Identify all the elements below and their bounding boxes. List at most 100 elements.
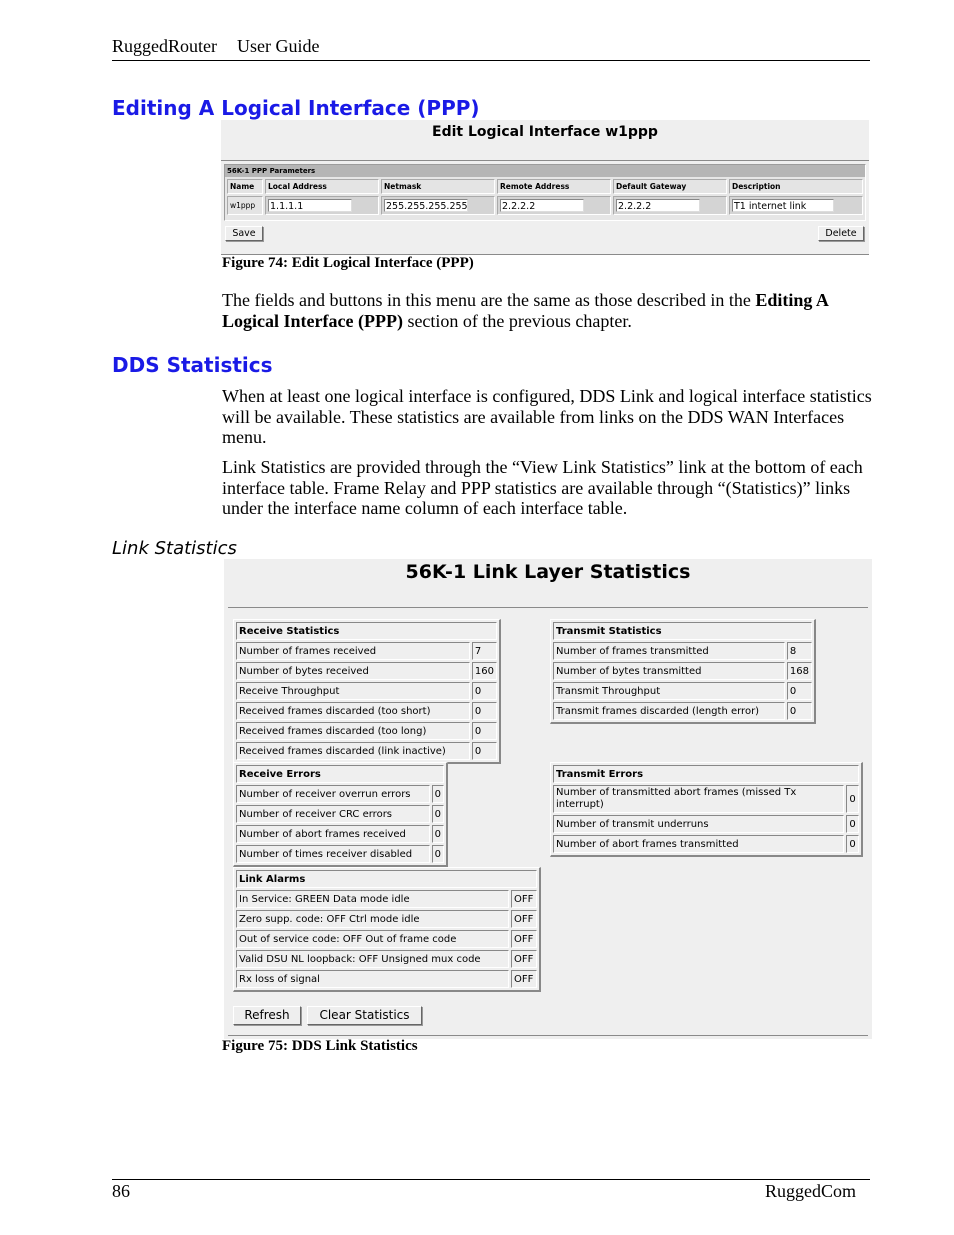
table-row: Number of frames transmitted 8 <box>553 642 812 660</box>
table-row: Number of transmit underruns 0 <box>553 815 859 833</box>
table-row: Number of bytes transmitted 168 <box>553 662 812 680</box>
alarm-value: OFF <box>511 970 537 988</box>
header-product: RuggedRouter <box>112 36 217 56</box>
netmask-input[interactable]: 255.255.255.255 <box>384 199 468 212</box>
table-row: Number of times receiver disabled 0 <box>236 845 444 863</box>
table-row: Zero supp. code: OFF Ctrl mode idle OFF <box>236 910 537 928</box>
table-row: Number of frames received 7 <box>236 642 497 660</box>
receive-errors-title: Receive Errors <box>236 765 444 783</box>
stat-value: 0 <box>471 722 497 740</box>
col-description: Description <box>729 179 863 194</box>
interface-name: w1ppp <box>227 196 263 215</box>
stat-label: Number of receiver overrun errors <box>236 785 430 803</box>
table-row: Number of abort frames transmitted 0 <box>553 835 859 853</box>
transmit-errors-title: Transmit Errors <box>553 765 859 783</box>
section-heading-ppp: Editing A Logical Interface (PPP) <box>112 96 480 120</box>
figure-75-caption: Figure 75: DDS Link Statistics <box>222 1038 418 1054</box>
table-row: Rx loss of signal OFF <box>236 970 537 988</box>
stat-value: 168 <box>786 662 812 680</box>
receive-statistics-title: Receive Statistics <box>236 622 497 640</box>
table-row: Number of receiver overrun errors 0 <box>236 785 444 803</box>
stat-value: 0 <box>471 742 497 760</box>
page-number: 86 <box>112 1181 130 1201</box>
link-stats-screenshot: 56K-1 Link Layer Statistics Receive Stat… <box>224 559 872 1039</box>
footer-company: RuggedCom <box>764 1181 856 1201</box>
ppp-parameters-table: 56K-1 PPP Parameters Name Local Address … <box>224 164 866 221</box>
alarm-value: OFF <box>511 950 537 968</box>
table-row: Transmit Throughput 0 <box>553 682 812 700</box>
receive-statistics-table: Receive Statistics Number of frames rece… <box>233 619 501 764</box>
stat-value: 8 <box>786 642 812 660</box>
table-row: Received frames discarded (too short) 0 <box>236 702 497 720</box>
link-stats-bottom-rule <box>228 1035 868 1036</box>
stat-label: Number of times receiver disabled <box>236 845 430 863</box>
ppp-paragraph-post: section of the previous chapter. <box>402 310 632 331</box>
stat-label: Number of bytes received <box>236 662 470 680</box>
stat-value: 0 <box>431 805 444 823</box>
alarm-label: Out of service code: OFF Out of frame co… <box>236 930 509 948</box>
table-row: Received frames discarded (link inactive… <box>236 742 497 760</box>
section-heading-dds: DDS Statistics <box>112 353 273 377</box>
col-default-gateway: Default Gateway <box>613 179 727 194</box>
ppp-screenshot: Edit Logical Interface w1ppp 56K-1 PPP P… <box>221 120 869 255</box>
link-stats-title: 56K-1 Link Layer Statistics <box>405 561 691 583</box>
transmit-statistics-title: Transmit Statistics <box>553 622 812 640</box>
alarm-value: OFF <box>511 890 537 908</box>
table-row: Received frames discarded (too long) 0 <box>236 722 497 740</box>
table-row: Out of service code: OFF Out of frame co… <box>236 930 537 948</box>
refresh-button[interactable]: Refresh <box>233 1006 301 1025</box>
alarm-value: OFF <box>511 930 537 948</box>
stat-value: 0 <box>846 835 859 853</box>
dds-paragraph-1: When at least one logical interface is c… <box>222 386 872 447</box>
stat-value: 0 <box>431 845 444 863</box>
link-statistics-subheading: Link Statistics <box>112 538 237 559</box>
ppp-screen-title: Edit Logical Interface w1ppp <box>432 124 658 140</box>
clear-statistics-button[interactable]: Clear Statistics <box>307 1006 422 1025</box>
local-address-input[interactable]: 1.1.1.1 <box>268 199 352 212</box>
col-name: Name <box>227 179 263 194</box>
ppp-paragraph-pre: The fields and buttons in this menu are … <box>222 290 756 310</box>
footer-rule <box>112 1179 870 1180</box>
alarm-label: Rx loss of signal <box>236 970 509 988</box>
ppp-data-row: w1ppp 1.1.1.1 255.255.255.255 2.2.2.2 2.… <box>227 196 863 215</box>
description-input[interactable]: T1 internet link <box>732 199 834 212</box>
ppp-paragraph: The fields and buttons in this menu are … <box>222 290 872 331</box>
stat-label: Number of frames transmitted <box>553 642 785 660</box>
header-rule <box>112 60 870 61</box>
save-button[interactable]: Save <box>225 226 263 241</box>
remote-address-input[interactable]: 2.2.2.2 <box>500 199 584 212</box>
stat-label: Received frames discarded (link inactive… <box>236 742 470 760</box>
dds-paragraph-2: Link Statistics are provided through the… <box>222 457 863 518</box>
stat-value: 0 <box>471 702 497 720</box>
stat-label: Number of frames received <box>236 642 470 660</box>
link-alarms-title: Link Alarms <box>236 870 537 888</box>
figure-74-caption: Figure 74: Edit Logical Interface (PPP) <box>222 255 474 271</box>
stat-label: Received frames discarded (too long) <box>236 722 470 740</box>
stat-value: 0 <box>431 785 444 803</box>
col-netmask: Netmask <box>381 179 495 194</box>
stat-value: 160 <box>471 662 497 680</box>
stat-label: Number of abort frames received <box>236 825 430 843</box>
ppp-table-title: 56K-1 PPP Parameters <box>225 165 865 177</box>
table-row: Transmit frames discarded (length error)… <box>553 702 812 720</box>
delete-button[interactable]: Delete <box>818 226 864 241</box>
ppp-title-rule <box>221 160 869 161</box>
alarm-label: In Service: GREEN Data mode idle <box>236 890 509 908</box>
table-row: Number of bytes received 160 <box>236 662 497 680</box>
alarm-value: OFF <box>511 910 537 928</box>
col-remote-address: Remote Address <box>497 179 611 194</box>
stat-label: Receive Throughput <box>236 682 470 700</box>
stat-value: 0 <box>471 682 497 700</box>
stat-label: Number of abort frames transmitted <box>553 835 845 853</box>
stat-label: Number of receiver CRC errors <box>236 805 430 823</box>
stat-value: 0 <box>846 785 859 813</box>
table-row: Number of transmitted abort frames (miss… <box>553 785 859 813</box>
stat-label: Number of transmitted abort frames (miss… <box>553 785 845 813</box>
alarm-label: Valid DSU NL loopback: OFF Unsigned mux … <box>236 950 509 968</box>
table-row: Valid DSU NL loopback: OFF Unsigned mux … <box>236 950 537 968</box>
ppp-header-row: Name Local Address Netmask Remote Addres… <box>227 179 863 194</box>
stat-value: 0 <box>846 815 859 833</box>
stat-label: Number of transmit underruns <box>553 815 845 833</box>
default-gateway-input[interactable]: 2.2.2.2 <box>616 199 700 212</box>
stat-value: 0 <box>786 682 812 700</box>
